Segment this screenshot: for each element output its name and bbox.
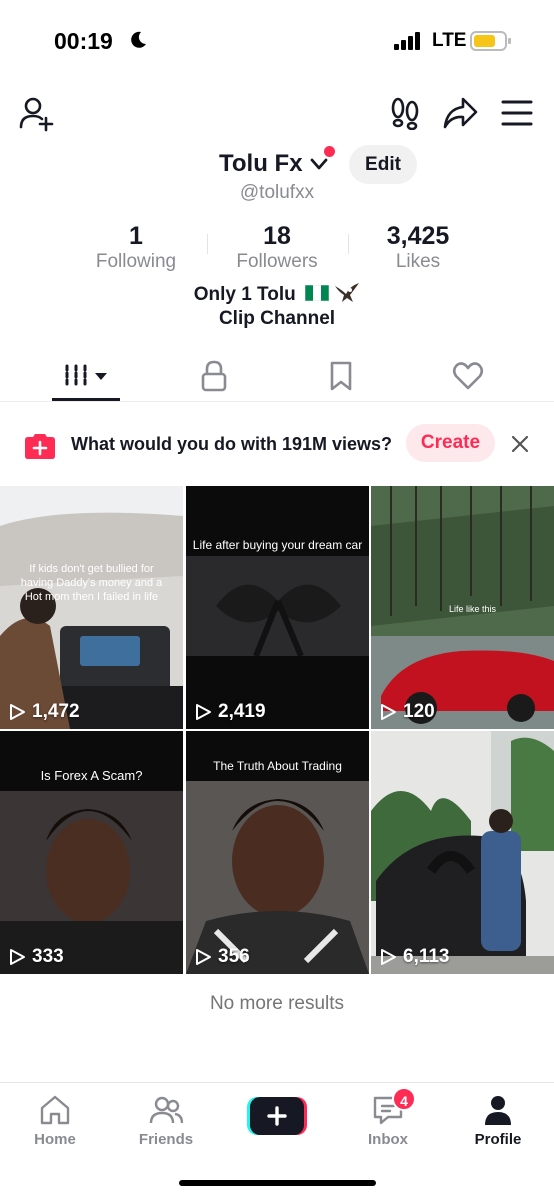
- nav-home[interactable]: Home: [10, 1093, 100, 1148]
- video-tile[interactable]: 6,113: [371, 731, 554, 974]
- video-caption: If kids don't get bullied for having Dad…: [20, 563, 163, 603]
- video-thumbnail: [0, 486, 183, 729]
- edit-profile-button[interactable]: Edit: [349, 145, 417, 184]
- footprints-icon[interactable]: [388, 96, 422, 130]
- nav-label: Profile: [474, 1131, 522, 1148]
- share-icon[interactable]: [442, 96, 478, 130]
- nav-label: Inbox: [368, 1131, 408, 1148]
- stat-value: 3,425: [386, 222, 450, 250]
- stat-label: Likes: [395, 251, 441, 272]
- bio-line-2: Clip Channel: [218, 308, 336, 329]
- inbox-badge: 4: [392, 1087, 416, 1111]
- bio-text: Only 1 Tolu: [193, 284, 296, 305]
- status-time: 00:19: [54, 28, 113, 54]
- nav-friends[interactable]: Friends: [121, 1093, 211, 1148]
- play-icon: [196, 704, 211, 720]
- status-bar: 00:19 LTE: [0, 0, 554, 80]
- stat-value: 1: [129, 222, 143, 250]
- bio-line-1: Only 1 Tolu: [0, 282, 554, 307]
- profile-icon: [485, 1096, 511, 1125]
- view-count: 120: [379, 701, 435, 723]
- play-icon: [381, 704, 396, 720]
- play-icon: [10, 949, 25, 965]
- stat-label: Followers: [236, 251, 318, 272]
- create-button[interactable]: Create: [406, 424, 495, 462]
- video-tile[interactable]: Life like this 120: [371, 486, 554, 729]
- view-count: 2,419: [194, 701, 266, 723]
- video-caption: Life after buying your dream car: [192, 538, 363, 552]
- nav-label: Home: [34, 1131, 76, 1148]
- network-type: LTE: [432, 30, 467, 51]
- active-tab-indicator: [52, 398, 120, 401]
- view-count-text: 120: [403, 701, 435, 722]
- signal-icon: [394, 32, 420, 50]
- video-thumbnail: [186, 486, 369, 729]
- video-caption: Is Forex A Scam?: [40, 768, 143, 783]
- video-caption: Life like this: [448, 604, 497, 614]
- profile-bio: Only 1 Tolu Clip Channel: [0, 282, 554, 331]
- profile-name[interactable]: Tolu Fx: [219, 150, 303, 178]
- play-icon: [196, 949, 211, 965]
- video-grid: If kids don't get bullied for having Dad…: [0, 486, 554, 974]
- view-count: 356: [194, 946, 250, 968]
- nav-label: Friends: [138, 1131, 194, 1148]
- profile-tabs: [0, 352, 554, 402]
- eagle-icon: [335, 283, 360, 302]
- view-count-text: 6,113: [403, 946, 450, 967]
- view-count: 1,472: [8, 701, 80, 723]
- friends-icon: [149, 1096, 183, 1124]
- view-count-text: 333: [32, 946, 64, 967]
- view-count-text: 1,472: [32, 701, 80, 722]
- video-add-icon: [25, 434, 55, 459]
- create-post-button[interactable]: [247, 1097, 307, 1135]
- battery-icon: [470, 31, 511, 51]
- moon-icon: [131, 31, 146, 48]
- view-count-text: 356: [218, 946, 250, 967]
- play-icon: [381, 949, 396, 965]
- stat-label: Following: [95, 251, 177, 272]
- home-indicator: [179, 1180, 376, 1186]
- view-count: 333: [8, 946, 64, 968]
- menu-icon[interactable]: [500, 98, 534, 128]
- home-icon: [40, 1095, 70, 1125]
- close-icon[interactable]: [508, 432, 532, 456]
- lock-icon[interactable]: [200, 356, 228, 396]
- banner-text: What would you do with 191M views?: [71, 434, 393, 454]
- end-of-list-text: No more results: [209, 993, 345, 1014]
- video-tile[interactable]: Life after buying your dream car 2,419: [186, 486, 369, 729]
- bookmark-icon[interactable]: [328, 356, 354, 396]
- creator-banner: What would you do with 191M views? Creat…: [0, 416, 554, 472]
- profile-header: Tolu Fx Edit: [0, 145, 554, 184]
- play-icon: [10, 704, 25, 720]
- video-thumbnail: [371, 731, 554, 974]
- nigeria-flag-icon: [305, 285, 330, 301]
- add-friend-icon[interactable]: [18, 96, 54, 132]
- video-caption: The Truth About Trading: [213, 759, 342, 773]
- notification-dot: [324, 146, 335, 157]
- profile-stats: 1 Following 18 Followers 3,425 Likes: [0, 222, 554, 274]
- stat-followers[interactable]: 18 Followers: [207, 222, 347, 274]
- video-tile[interactable]: If kids don't get bullied for having Dad…: [0, 486, 183, 729]
- stat-value: 18: [263, 222, 291, 250]
- stat-following[interactable]: 1 Following: [66, 222, 206, 274]
- heart-icon[interactable]: [452, 356, 484, 396]
- tab-videos-icon[interactable]: [58, 356, 114, 396]
- view-count: 6,113: [379, 946, 450, 968]
- profile-handle: @tolufxx: [239, 182, 315, 203]
- chevron-down-icon[interactable]: [309, 156, 329, 172]
- video-tile[interactable]: Is Forex A Scam? 333: [0, 731, 183, 974]
- view-count-text: 2,419: [218, 701, 266, 722]
- nav-inbox[interactable]: Inbox: [343, 1093, 433, 1148]
- video-tile[interactable]: The Truth About Trading 356: [186, 731, 369, 974]
- nav-profile[interactable]: Profile: [453, 1093, 543, 1148]
- stat-likes[interactable]: 3,425 Likes: [348, 222, 488, 274]
